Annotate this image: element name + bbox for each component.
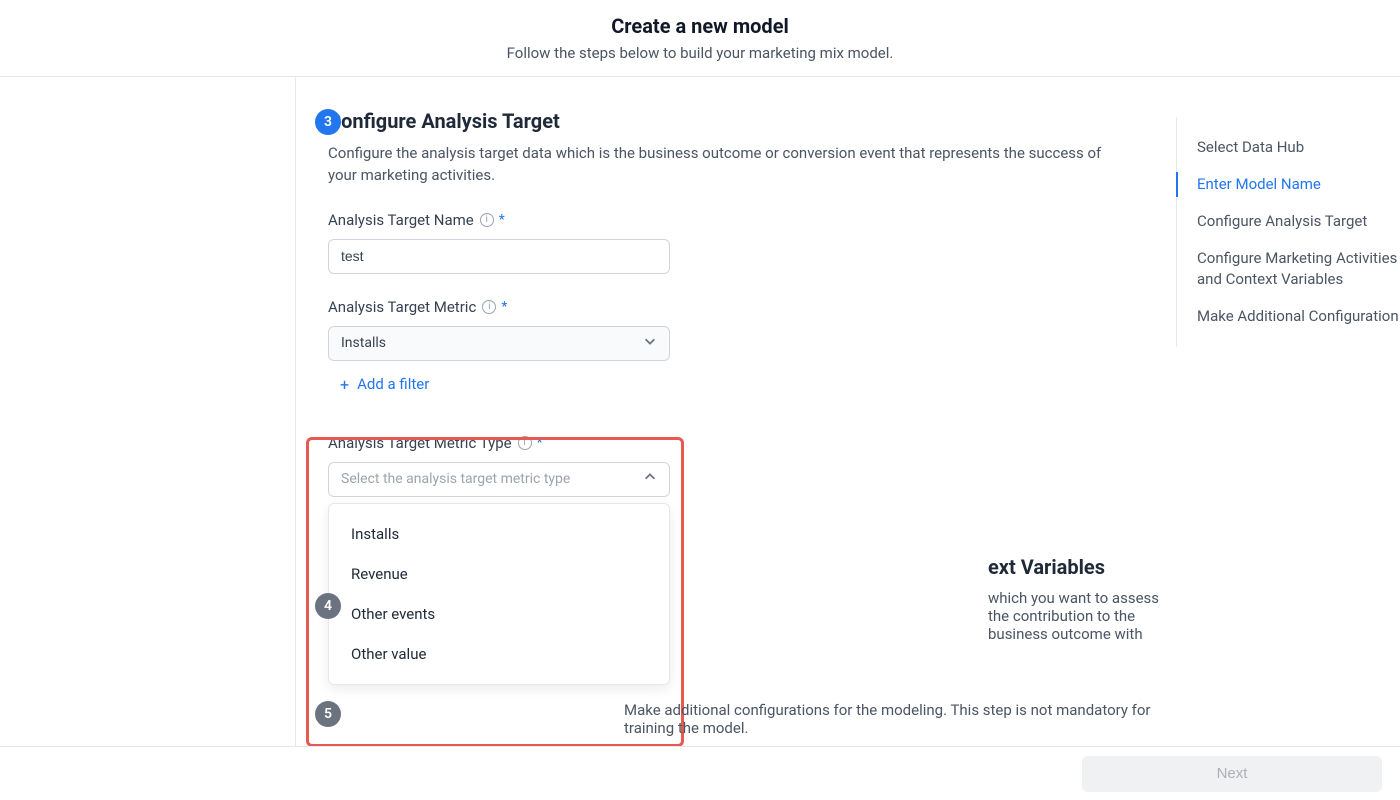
- step-4-title-partial: ext Variables: [988, 555, 1176, 579]
- sidenav-item-make-additional-config[interactable]: Make Additional Configuration: [1197, 298, 1400, 335]
- left-gutter: [0, 77, 296, 747]
- analysis-target-name-field: Analysis Target Name i *: [328, 211, 1126, 274]
- plus-icon: +: [340, 375, 349, 394]
- required-asterisk: *: [499, 212, 505, 228]
- analysis-target-name-input[interactable]: [341, 248, 657, 264]
- required-asterisk: *: [501, 299, 507, 315]
- sidenav-item-select-data-hub[interactable]: Select Data Hub: [1197, 129, 1400, 166]
- analysis-target-name-label: Analysis Target Name i *: [328, 211, 1126, 229]
- next-button[interactable]: Next: [1082, 756, 1382, 792]
- step-3-desc: Configure the analysis target data which…: [328, 143, 1108, 187]
- chevron-up-icon: [643, 470, 657, 488]
- step-4-desc-partial: which you want to assess the contributio…: [988, 589, 1176, 643]
- side-nav: Select Data Hub Enter Model Name Configu…: [1176, 117, 1400, 347]
- step-4-badge: 4: [315, 593, 341, 619]
- dropdown-option-revenue[interactable]: Revenue: [329, 554, 669, 594]
- metric-type-dropdown: Installs Revenue Other events Other valu…: [328, 503, 670, 685]
- required-asterisk: *: [537, 435, 543, 451]
- info-icon[interactable]: i: [480, 213, 494, 227]
- label-text: Analysis Target Metric: [328, 298, 476, 316]
- add-filter-link[interactable]: + Add a filter: [340, 375, 429, 394]
- sidenav-item-enter-model-name[interactable]: Enter Model Name: [1197, 166, 1400, 203]
- page-title: Create a new model: [0, 14, 1400, 38]
- step-3-title: Configure Analysis Target: [328, 109, 1126, 133]
- select-placeholder: Select the analysis target metric type: [341, 471, 570, 487]
- footer: Next: [0, 746, 1400, 800]
- analysis-target-name-input-wrap: [328, 239, 670, 274]
- label-text: Analysis Target Metric Type: [328, 434, 512, 452]
- dropdown-option-other-value[interactable]: Other value: [329, 634, 669, 674]
- step-3-badge: 3: [315, 109, 341, 135]
- analysis-target-metric-field: Analysis Target Metric i * Installs + Ad…: [328, 298, 1126, 394]
- info-icon[interactable]: i: [482, 300, 496, 314]
- analysis-target-metric-type-select[interactable]: Select the analysis target metric type: [328, 462, 670, 497]
- info-icon[interactable]: i: [518, 436, 532, 450]
- label-text: Analysis Target Name: [328, 211, 474, 229]
- step-5-desc: Make additional configurations for the m…: [624, 701, 1176, 737]
- page-header: Create a new model Follow the steps belo…: [0, 0, 1400, 77]
- main: 3 Configure Analysis Target Configure th…: [0, 77, 1400, 747]
- add-filter-label: Add a filter: [357, 375, 429, 393]
- content-column: 3 Configure Analysis Target Configure th…: [296, 77, 1176, 747]
- step-5-desc-row: Make additional configurations for the m…: [624, 701, 1176, 737]
- dropdown-option-other-events[interactable]: Other events: [329, 594, 669, 634]
- select-value: Installs: [341, 335, 386, 351]
- step-5-badge: 5: [315, 701, 341, 727]
- sidenav-item-configure-analysis-target[interactable]: Configure Analysis Target: [1197, 203, 1400, 240]
- step-4-section-partial: ext Variables which you want to assess t…: [988, 555, 1176, 643]
- chevron-down-icon: [643, 334, 657, 352]
- dropdown-option-installs[interactable]: Installs: [329, 514, 669, 554]
- sidenav-item-configure-marketing[interactable]: Configure Marketing Activities and Conte…: [1197, 240, 1400, 298]
- analysis-target-metric-type-label: Analysis Target Metric Type i *: [328, 434, 1126, 452]
- analysis-target-metric-select[interactable]: Installs: [328, 326, 670, 361]
- page-subtitle: Follow the steps below to build your mar…: [0, 44, 1400, 62]
- analysis-target-metric-label: Analysis Target Metric i *: [328, 298, 1126, 316]
